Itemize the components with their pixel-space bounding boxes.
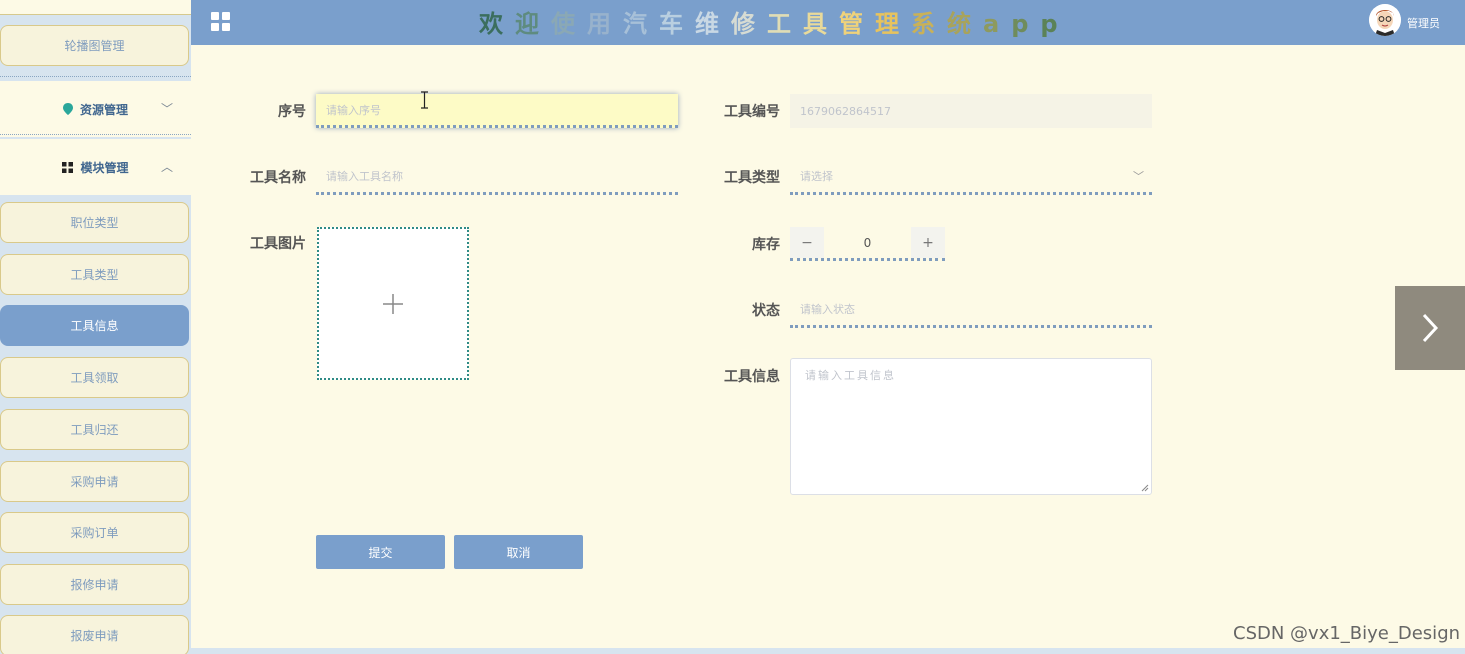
tool-type-label: 工具类型 [724, 170, 780, 186]
menu-grid-icon[interactable] [211, 12, 230, 35]
sidebar-item-label: 工具类型 [70, 268, 119, 282]
resize-handle-icon[interactable] [1141, 484, 1149, 492]
chevron-right-icon [1422, 313, 1439, 343]
sidebar-item-tool-type[interactable]: 工具类型 [0, 254, 189, 295]
sidebar-menu-module[interactable]: 模块管理 ︿ [0, 139, 191, 195]
tool-no-label: 工具编号 [724, 104, 780, 120]
increment-button[interactable]: + [911, 227, 945, 258]
tool-name-label: 工具名称 [250, 170, 306, 186]
sidebar-item-label: 工具信息 [70, 319, 119, 333]
sidebar-menu-label: 模块管理 [80, 160, 129, 175]
seq-placeholder: 请输入序号 [326, 103, 381, 117]
sidebar-item-label: 采购订单 [70, 526, 119, 540]
watermark: CSDN @vx1_Biye_Design [1233, 623, 1461, 644]
grid-icon [62, 161, 74, 173]
tool-no-input[interactable]: 1679062864517 [790, 94, 1152, 128]
tool-type-select[interactable]: 请选择 ﹀ [790, 160, 1152, 195]
status-input[interactable]: 请输入状态 [790, 292, 1152, 328]
chevron-down-icon: ﹀ [1133, 170, 1144, 183]
sidebar-item-purchase-order[interactable]: 采购订单 [0, 512, 189, 553]
bottom-strip [191, 648, 1465, 654]
sidebar-divider [0, 134, 191, 135]
title-char: 维 [695, 10, 731, 38]
minus-icon: − [801, 234, 813, 251]
avatar[interactable] [1369, 4, 1401, 36]
sidebar-item-scrap-request[interactable]: 报废申请 [0, 615, 189, 654]
title-char: 统 [947, 10, 983, 38]
sidebar-item-position-type[interactable]: 职位类型 [0, 202, 189, 243]
title-char: 欢 [479, 10, 515, 38]
sidebar-item-tool-receive[interactable]: 工具领取 [0, 357, 189, 398]
tool-image-label: 工具图片 [250, 236, 306, 252]
title-char: 理 [875, 10, 911, 38]
title-char: 汽 [623, 10, 659, 38]
top-header: 欢迎使用汽车维修工具管理系统app 管理员 [191, 0, 1465, 45]
sidebar-item-repair-request[interactable]: 报修申请 [0, 564, 189, 605]
sidebar-item-tool-return[interactable]: 工具归还 [0, 409, 189, 450]
title-char: a [983, 10, 1012, 38]
stock-label: 库存 [752, 237, 780, 253]
app-title: 欢迎使用汽车维修工具管理系统app [479, 4, 1070, 39]
status-placeholder: 请输入状态 [800, 302, 855, 316]
stock-value[interactable]: 0 [824, 227, 911, 258]
chevron-up-icon: ︿ [160, 160, 173, 174]
title-char: 迎 [515, 10, 551, 38]
title-char: 用 [587, 10, 623, 38]
sidebar-item-tool-info[interactable]: 工具信息 [0, 305, 189, 346]
title-char: p [1040, 10, 1070, 38]
chevron-down-icon: ﹀ [160, 102, 173, 116]
map-pin-icon [62, 103, 73, 115]
sidebar-item-label: 轮播图管理 [64, 39, 125, 53]
title-char: 工 [767, 10, 803, 38]
sidebar-menu-resource[interactable]: 资源管理 ﹀ [0, 81, 191, 137]
text-cursor-icon [421, 91, 428, 109]
tool-info-textarea[interactable]: 请输入工具信息 [790, 358, 1152, 495]
sidebar-menu-label: 资源管理 [79, 102, 128, 117]
next-arrow-button[interactable] [1395, 286, 1465, 370]
cancel-button[interactable]: 取消 [454, 535, 583, 569]
sidebar: 轮播图管理 资源管理 ﹀ 模块管理 ︿ 职位类型 工具类型 工具信息 工具领取 … [0, 0, 191, 654]
tool-info-label: 工具信息 [724, 369, 780, 385]
sidebar-item-label: 采购申请 [70, 475, 119, 489]
title-char: p [1011, 10, 1041, 38]
tool-no-value: 1679062864517 [800, 104, 891, 118]
sidebar-item-purchase-request[interactable]: 采购申请 [0, 461, 189, 502]
tool-info-placeholder: 请输入工具信息 [805, 369, 896, 382]
tool-name-placeholder: 请输入工具名称 [326, 170, 403, 183]
title-char: 具 [803, 10, 839, 38]
sidebar-divider [0, 76, 191, 77]
sidebar-item-label: 职位类型 [70, 216, 119, 230]
seq-input[interactable]: 请输入序号 [316, 94, 678, 128]
sidebar-item-label: 报修申请 [70, 578, 119, 592]
sidebar-item-label: 工具归还 [70, 423, 119, 437]
plus-icon [383, 293, 403, 314]
stock-stepper[interactable]: − 0 + [790, 227, 945, 261]
submit-button[interactable]: 提交 [316, 535, 445, 569]
tool-type-placeholder: 请选择 [800, 170, 833, 183]
title-char: 修 [731, 10, 767, 38]
sidebar-item-carousel[interactable]: 轮播图管理 [0, 25, 189, 66]
sidebar-item-label: 工具领取 [70, 371, 119, 385]
title-char: 车 [659, 10, 695, 38]
user-name[interactable]: 管理员 [1407, 15, 1440, 31]
status-label: 状态 [752, 303, 780, 319]
tool-name-input[interactable]: 请输入工具名称 [316, 160, 678, 195]
image-upload[interactable] [317, 227, 469, 380]
title-char: 使 [551, 10, 587, 38]
plus-icon: + [922, 234, 934, 251]
title-char: 系 [911, 10, 947, 38]
title-char: 管 [839, 10, 875, 38]
sidebar-top-strip [0, 0, 191, 15]
decrement-button[interactable]: − [790, 227, 824, 258]
sidebar-item-label: 报废申请 [70, 629, 119, 643]
seq-label: 序号 [278, 104, 306, 120]
